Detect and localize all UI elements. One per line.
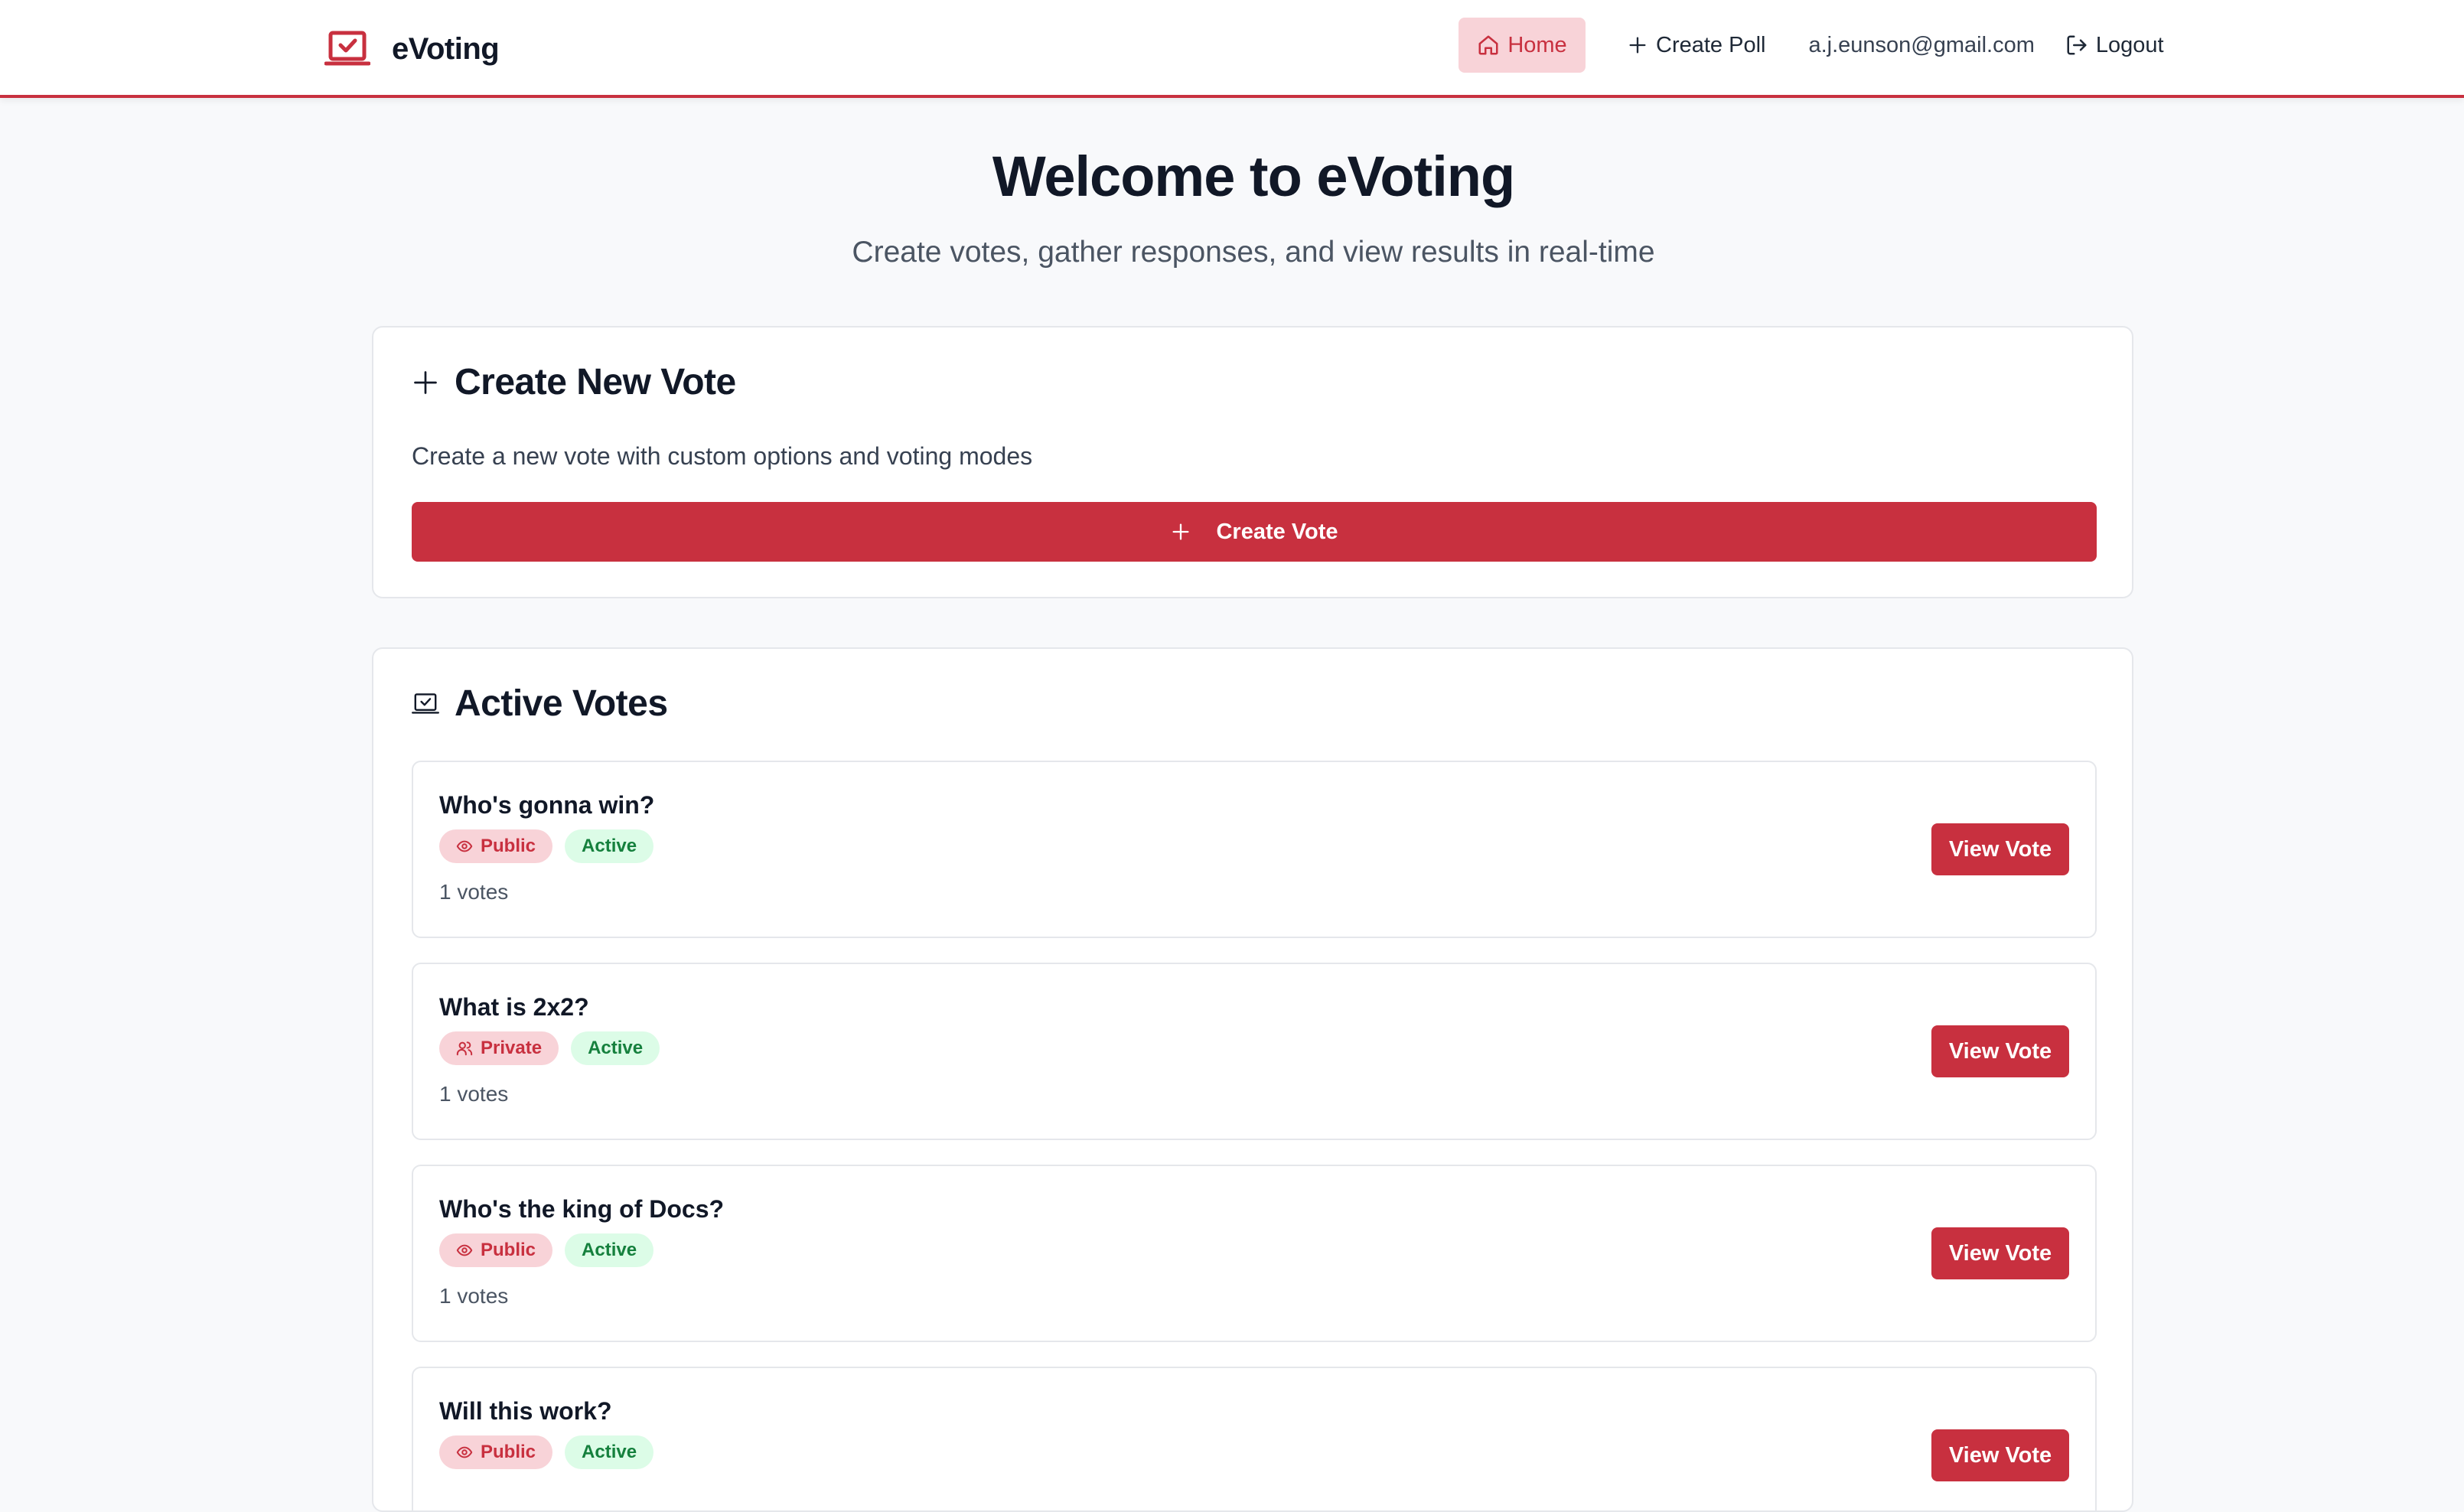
page-title: Welcome to eVoting <box>992 145 1515 208</box>
vote-badges: Public Active <box>439 1435 654 1469</box>
create-card-title: Create New Vote <box>455 362 736 402</box>
logout-icon <box>2065 34 2088 57</box>
home-icon <box>1477 34 1500 57</box>
vote-list-item: What is 2x2? Private Active 1 votes View… <box>412 963 2097 1140</box>
top-navbar: eVoting Home Create Poll a.j.eunson@gmai… <box>0 0 2464 98</box>
active-votes-card: Active Votes Who's gonna win? Public Act… <box>372 647 2133 1512</box>
create-card-description: Create a new vote with custom options an… <box>412 442 1033 470</box>
create-vote-card: Create New Vote Create a new vote with c… <box>372 326 2133 598</box>
visibility-label: Private <box>481 1038 543 1058</box>
view-vote-button[interactable]: View Vote <box>1931 1227 2069 1279</box>
users-icon <box>456 1040 473 1057</box>
logout-button[interactable]: Logout <box>2065 18 2164 73</box>
view-vote-button[interactable]: View Vote <box>1931 823 2069 875</box>
vote-title: Who's gonna win? <box>439 791 655 819</box>
vote-list-item: Will this work? Public Active View Vote <box>412 1367 2097 1510</box>
eye-icon <box>456 1444 473 1461</box>
status-badge: Active <box>571 1031 660 1065</box>
visibility-badge: Private <box>439 1031 559 1065</box>
vote-count: 1 votes <box>439 880 509 904</box>
visibility-label: Public <box>481 836 536 856</box>
eye-icon <box>456 1242 473 1259</box>
visibility-label: Public <box>481 1442 536 1462</box>
vote-list-item: Who's gonna win? Public Active 1 votes V… <box>412 761 2097 938</box>
vote-laptop-check-icon <box>412 692 439 716</box>
logout-label: Logout <box>2095 32 2164 57</box>
nav-create-poll-button[interactable]: Create Poll <box>1627 18 1765 73</box>
status-badge: Active <box>565 829 654 863</box>
view-vote-button[interactable]: View Vote <box>1931 1429 2069 1481</box>
vote-list: Who's gonna win? Public Active 1 votes V… <box>412 761 2097 1510</box>
vote-title: Will this work? <box>439 1397 612 1425</box>
create-card-heading: Create New Vote <box>412 361 736 403</box>
vote-badges: Public Active <box>439 1233 654 1267</box>
plus-icon <box>1170 521 1191 543</box>
view-vote-button[interactable]: View Vote <box>1931 1025 2069 1077</box>
create-vote-button[interactable]: Create Vote <box>412 502 2097 562</box>
eye-icon <box>456 838 473 855</box>
status-badge: Active <box>565 1435 654 1469</box>
vote-count: 1 votes <box>439 1284 509 1308</box>
brand[interactable]: eVoting <box>324 28 500 70</box>
nav-create-poll-label: Create Poll <box>1656 32 1766 57</box>
vote-title: What is 2x2? <box>439 993 589 1021</box>
vote-title: Who's the king of Docs? <box>439 1195 725 1223</box>
vote-badges: Private Active <box>439 1031 660 1065</box>
user-email: a.j.eunson@gmail.com <box>1808 32 2035 57</box>
nav-home-button[interactable]: Home <box>1459 18 1586 73</box>
active-votes-title: Active Votes <box>455 683 668 724</box>
active-votes-heading: Active Votes <box>412 683 668 725</box>
create-vote-button-label: Create Vote <box>1216 519 1338 544</box>
app-name: eVoting <box>392 31 500 66</box>
vote-list-item: Who's the king of Docs? Public Active 1 … <box>412 1165 2097 1342</box>
visibility-label: Public <box>481 1240 536 1260</box>
vote-laptop-check-icon <box>324 30 370 68</box>
status-badge: Active <box>565 1233 654 1267</box>
plus-icon <box>1627 34 1648 56</box>
page-subtitle: Create votes, gather responses, and view… <box>852 236 1655 269</box>
vote-badges: Public Active <box>439 829 654 863</box>
vote-count: 1 votes <box>439 1082 509 1106</box>
visibility-badge: Public <box>439 1233 553 1267</box>
plus-icon <box>412 369 439 396</box>
main-nav: Home Create Poll a.j.eunson@gmail.com Lo… <box>1459 18 2164 73</box>
visibility-badge: Public <box>439 829 553 863</box>
nav-home-label: Home <box>1507 32 1567 57</box>
visibility-badge: Public <box>439 1435 553 1469</box>
